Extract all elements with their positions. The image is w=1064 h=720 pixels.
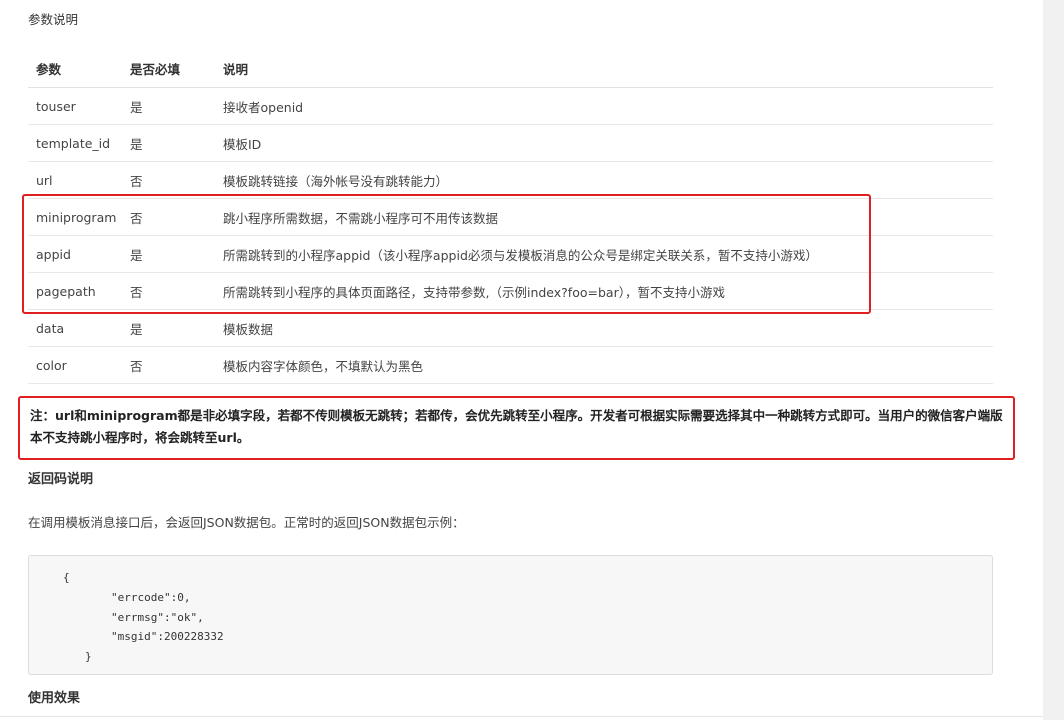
desc-cell: 模板ID [215,124,993,162]
desc-cell: 所需跳转到的小程序appid（该小程序appid必须与发模板消息的公众号是绑定关… [215,235,993,273]
note-text: 注：url和miniprogram都是非必填字段，若都不传则模板无跳转；若都传，… [30,408,1003,445]
param-cell: pagepath [28,272,122,310]
return-code-description: 在调用模板消息接口后，会返回JSON数据包。正常时的返回JSON数据包示例： [28,515,465,530]
usage-title: 使用效果 [28,691,81,706]
table-row: appid 是 所需跳转到的小程序appid（该小程序appid必须与发模板消息… [28,235,993,273]
required-cell: 否 [122,198,215,236]
desc-cell: 接收者openid [215,87,993,125]
table-row: miniprogram 否 跳小程序所需数据，不需跳小程序可不用传该数据 [28,198,993,236]
param-cell: data [28,309,122,347]
desc-cell: 模板内容字体颜色，不填默认为黑色 [215,346,993,384]
code-line: } [85,650,92,663]
section-title: 参数说明 [28,12,79,27]
table-row: color 否 模板内容字体颜色，不填默认为黑色 [28,346,993,384]
code-line: "errcode":0, [111,591,191,604]
required-cell: 是 [122,309,215,347]
param-cell: touser [28,87,122,125]
param-cell: template_id [28,124,122,162]
param-cell: url [28,161,122,199]
parameter-table: 参数 是否必填 说明 touser 是 接收者openid template_i… [28,50,993,384]
param-cell: miniprogram [28,198,122,236]
desc-cell: 跳小程序所需数据，不需跳小程序可不用传该数据 [215,198,993,236]
desc-cell: 模板数据 [215,309,993,347]
table-row: touser 是 接收者openid [28,87,993,125]
required-cell: 否 [122,272,215,310]
vertical-scrollbar[interactable] [1043,0,1064,720]
table-row: data 是 模板数据 [28,309,993,347]
required-cell: 否 [122,346,215,384]
code-line: { [63,571,70,584]
param-cell: appid [28,235,122,273]
required-cell: 否 [122,161,215,199]
column-header-param: 参数 [28,50,122,88]
desc-cell: 所需跳转到小程序的具体页面路径，支持带参数,（示例index?foo=bar），… [215,272,993,310]
code-line: "errmsg":"ok", [111,611,204,624]
divider [0,716,1043,717]
column-header-required: 是否必填 [122,50,215,88]
code-line: "msgid":200228332 [111,630,224,643]
column-header-desc: 说明 [215,50,993,88]
note-highlight: 注：url和miniprogram都是非必填字段，若都不传则模板无跳转；若都传，… [18,396,1015,460]
required-cell: 是 [122,87,215,125]
table-row: url 否 模板跳转链接（海外帐号没有跳转能力） [28,161,993,199]
param-cell: color [28,346,122,384]
required-cell: 是 [122,235,215,273]
return-code-title: 返回码说明 [28,472,94,487]
table-row: template_id 是 模板ID [28,124,993,162]
table-row: pagepath 否 所需跳转到小程序的具体页面路径，支持带参数,（示例inde… [28,272,993,310]
table-header-row: 参数 是否必填 说明 [28,50,993,88]
code-block: { "errcode":0, "errmsg":"ok", "msgid":20… [28,555,993,675]
required-cell: 是 [122,124,215,162]
desc-cell: 模板跳转链接（海外帐号没有跳转能力） [215,161,993,199]
